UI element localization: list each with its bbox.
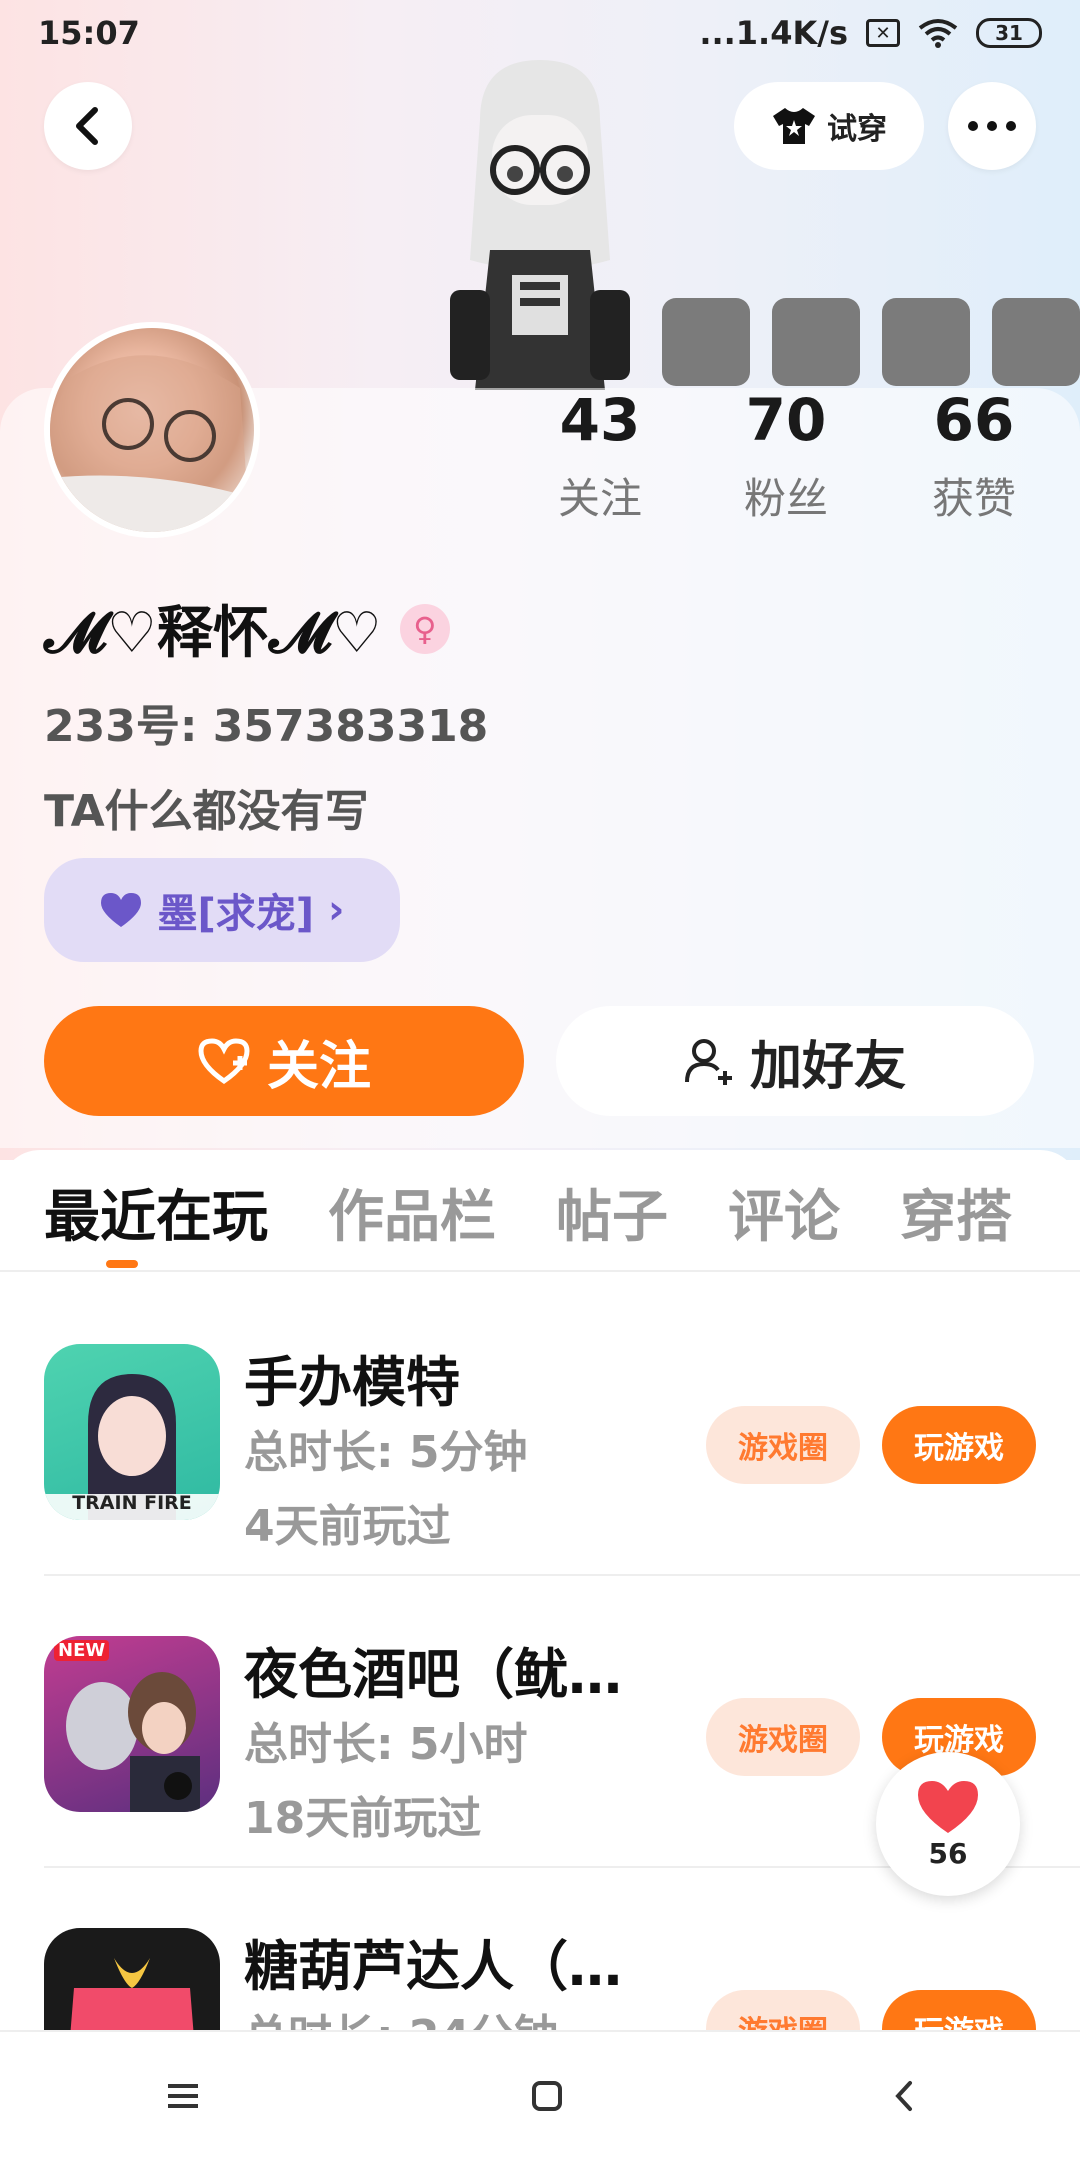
play-game-button[interactable]: 玩游戏: [882, 1406, 1036, 1484]
stat-likes-label: 获赞: [931, 474, 1016, 523]
heart-icon: [101, 893, 142, 927]
back-button[interactable]: [44, 82, 132, 170]
follow-label: 关注: [266, 1036, 371, 1097]
game-duration: 总时长: 24分钟: [244, 2000, 558, 2030]
avatar-photo: [50, 328, 254, 532]
tab-works[interactable]: 作品栏: [328, 1172, 496, 1253]
play-game-button[interactable]: 玩游戏: [882, 1990, 1036, 2030]
content-panel: 最近在玩 作品栏 帖子 评论 穿搭 TRAIN FIRE 手办模特 总时长: 5…: [0, 1150, 1080, 2030]
try-on-label: 试穿: [827, 112, 887, 147]
avatar[interactable]: [44, 322, 260, 538]
nickname: 𝓜♡释怀𝓜♡ ♀: [44, 588, 450, 669]
game-circle-button[interactable]: 游戏圈: [706, 1990, 860, 2030]
heart-plus-icon: [198, 1038, 250, 1085]
row-divider: [44, 1574, 1080, 1576]
status-time: 15:07: [38, 14, 140, 52]
game-row[interactable]: TRAIN FIRE 手办模特 总时长: 5分钟 4天前玩过 游戏圈 玩游戏: [0, 1290, 1080, 1582]
tabs-divider: [0, 1270, 1080, 1272]
stat-following-value: 43: [559, 386, 641, 454]
game-duration: 总时长: 5分钟: [244, 1427, 528, 1478]
game-icon-text: NEW: [54, 1640, 110, 1661]
game-last-played: 4天前玩过: [244, 1501, 451, 1552]
tshirt-icon: [773, 108, 815, 144]
game-last-played: 18天前玩过: [244, 1793, 482, 1844]
game-title: 夜色酒吧（鱿…: [244, 1643, 622, 1706]
action-tile-2[interactable]: [772, 298, 860, 386]
tab-recently-played[interactable]: 最近在玩: [44, 1172, 268, 1253]
glasses-icon: [50, 355, 254, 532]
stat-likes-value: 66: [933, 386, 1015, 454]
battery-icon: 31: [976, 18, 1042, 48]
game-icon-text: TRAIN FIRE: [72, 1492, 192, 1514]
game-icon[interactable]: NEW: [44, 1636, 220, 1812]
game-icon[interactable]: [44, 1928, 220, 2030]
sim-off-icon: ✕: [866, 19, 900, 47]
stat-followers-value: 70: [745, 386, 827, 454]
back-nav-icon[interactable]: [894, 2080, 914, 2112]
like-button[interactable]: 56: [876, 1752, 1020, 1896]
user-id[interactable]: 233号: 357383318: [44, 690, 488, 754]
stat-likes[interactable]: 66 获赞: [884, 385, 1064, 526]
tab-posts[interactable]: 帖子: [556, 1172, 668, 1253]
heart-icon: [918, 1780, 978, 1833]
bio: TA什么都没有写: [44, 786, 369, 837]
follow-button[interactable]: 关注: [44, 1006, 524, 1116]
stat-following-label: 关注: [557, 474, 642, 523]
game-title: 糖葫芦达人（…: [244, 1935, 622, 1998]
active-tab-indicator: [106, 1260, 138, 1268]
action-tile-3[interactable]: [882, 298, 970, 386]
action-tile-4[interactable]: [992, 298, 1080, 386]
network-speed: ...1.4K/s: [699, 14, 848, 52]
tab-comments[interactable]: 评论: [728, 1172, 840, 1253]
action-tile-1[interactable]: [662, 298, 750, 386]
add-friend-label: 加好友: [749, 1036, 906, 1097]
battery-level: 31: [995, 21, 1023, 45]
stat-followers[interactable]: 70 粉丝: [696, 385, 876, 526]
status-bar: 15:07 ...1.4K/s ✕ 31: [0, 0, 1080, 66]
more-dots-icon: [968, 121, 1016, 131]
add-user-icon: [684, 1039, 732, 1085]
tab-outfits[interactable]: 穿搭: [900, 1172, 1012, 1253]
home-icon[interactable]: [531, 2080, 563, 2112]
tab-bar: 最近在玩 作品栏 帖子 评论 穿搭: [44, 1172, 1012, 1253]
more-button[interactable]: [948, 82, 1036, 170]
female-icon: ♀: [399, 603, 450, 654]
chevron-left-icon: [76, 107, 98, 145]
game-circle-button[interactable]: 游戏圈: [706, 1698, 860, 1776]
relationship-tag[interactable]: 墨[求宠] ›: [44, 858, 400, 962]
relationship-tag-label: 墨[求宠]: [157, 891, 315, 937]
stat-followers-label: 粉丝: [743, 474, 828, 523]
wifi-icon: [918, 19, 958, 48]
add-friend-button[interactable]: 加好友: [556, 1006, 1034, 1116]
like-count: 56: [928, 1836, 968, 1870]
game-circle-button[interactable]: 游戏圈: [706, 1406, 860, 1484]
game-icon[interactable]: TRAIN FIRE: [44, 1344, 220, 1520]
avatar-3d-figure[interactable]: [420, 60, 660, 390]
stat-following[interactable]: 43 关注: [510, 385, 690, 526]
system-nav-bar: [0, 2030, 1080, 2160]
try-on-button[interactable]: 试穿: [734, 82, 924, 170]
game-title: 手办模特: [244, 1351, 460, 1414]
menu-icon[interactable]: [166, 2082, 200, 2110]
chevron-right-icon: ›: [328, 887, 345, 933]
game-row[interactable]: 糖葫芦达人（… 总时长: 24分钟 游戏圈 玩游戏: [0, 1874, 1080, 2030]
nickname-text: 𝓜♡释怀𝓜♡: [44, 601, 382, 666]
game-duration: 总时长: 5小时: [244, 1719, 528, 1770]
